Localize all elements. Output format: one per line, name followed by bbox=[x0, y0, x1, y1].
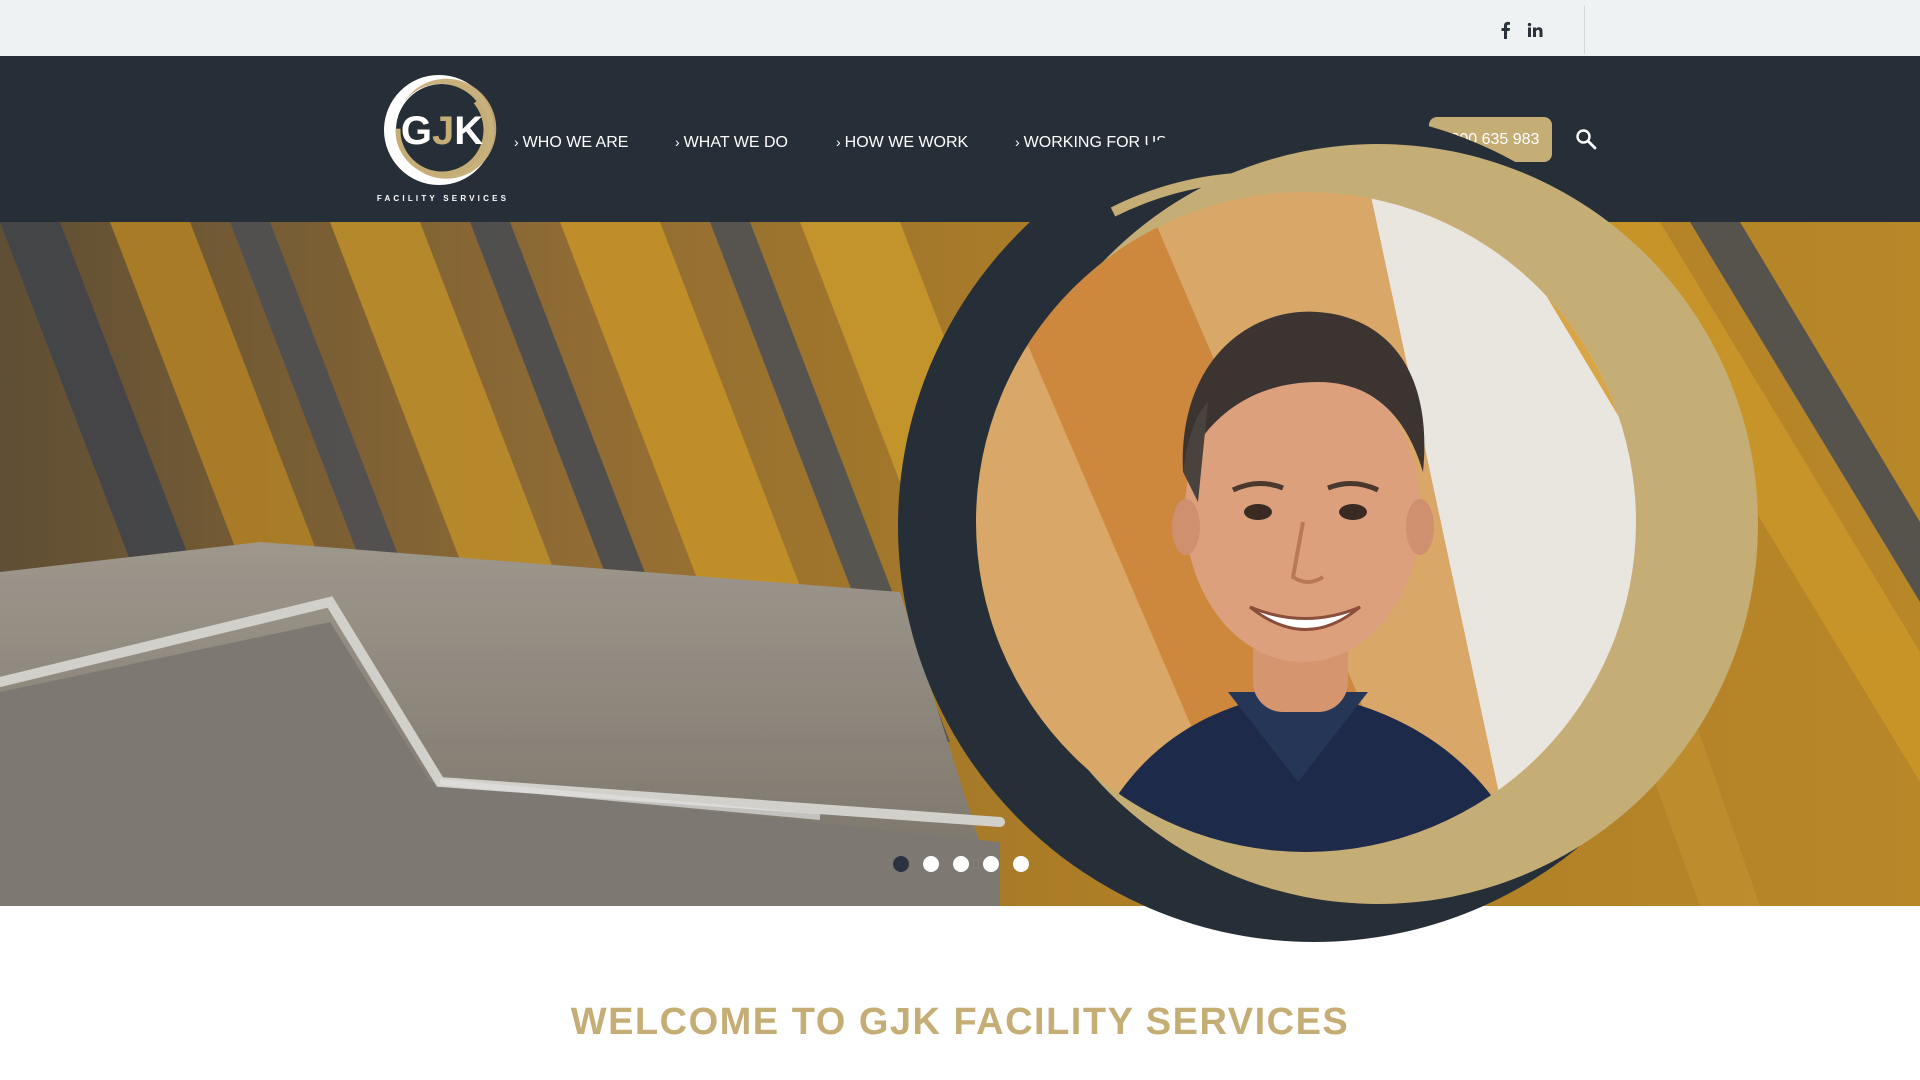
nav-label: WORKING FOR US bbox=[1023, 134, 1167, 151]
top-utility-bar bbox=[0, 0, 1920, 56]
phone-button[interactable]: 1800 635 983 bbox=[1429, 117, 1552, 162]
nav-contact[interactable]: › CONTACT bbox=[1314, 128, 1399, 156]
slider-dot-3[interactable] bbox=[953, 856, 969, 872]
topbar-divider bbox=[1584, 6, 1585, 54]
main-header: GJK FACILITY SERVICES › WHO WE ARE › WHAT … bbox=[0, 56, 1920, 222]
nav-how-we-work[interactable]: › HOW WE WORK bbox=[836, 128, 968, 156]
slider-dot-4[interactable] bbox=[983, 856, 999, 872]
search-icon[interactable] bbox=[1575, 128, 1597, 150]
nav-news[interactable]: › NEWS bbox=[1209, 128, 1266, 156]
logo-subtitle: FACILITY SERVICES bbox=[376, 194, 510, 203]
hero-slider bbox=[0, 222, 1920, 906]
facebook-icon[interactable] bbox=[1496, 18, 1514, 42]
nav-who-we-are[interactable]: › WHO WE ARE bbox=[514, 128, 628, 156]
slider-pagination bbox=[893, 856, 1029, 872]
slider-dot-5[interactable] bbox=[1013, 856, 1029, 872]
welcome-heading: WELCOME TO GJK FACILITY SERVICES bbox=[570, 1001, 1350, 1043]
nav-working-for-us[interactable]: › WORKING FOR US bbox=[1015, 128, 1167, 156]
linkedin-icon[interactable] bbox=[1524, 18, 1546, 42]
hero-background-image bbox=[0, 222, 1920, 906]
nav-label: WHAT WE DO bbox=[683, 134, 788, 151]
logo-letters: GJK bbox=[401, 109, 483, 153]
gjk-logo[interactable]: GJK FACILITY SERVICES bbox=[376, 72, 510, 204]
slider-dot-1[interactable] bbox=[893, 856, 909, 872]
nav-label: WHO WE ARE bbox=[522, 134, 629, 151]
nav-label: CONTACT bbox=[1322, 134, 1399, 151]
nav-label: NEWS bbox=[1217, 134, 1266, 151]
nav-what-we-do[interactable]: › WHAT WE DO bbox=[675, 128, 788, 156]
nav-label: HOW WE WORK bbox=[844, 134, 969, 151]
slider-dot-2[interactable] bbox=[923, 856, 939, 872]
